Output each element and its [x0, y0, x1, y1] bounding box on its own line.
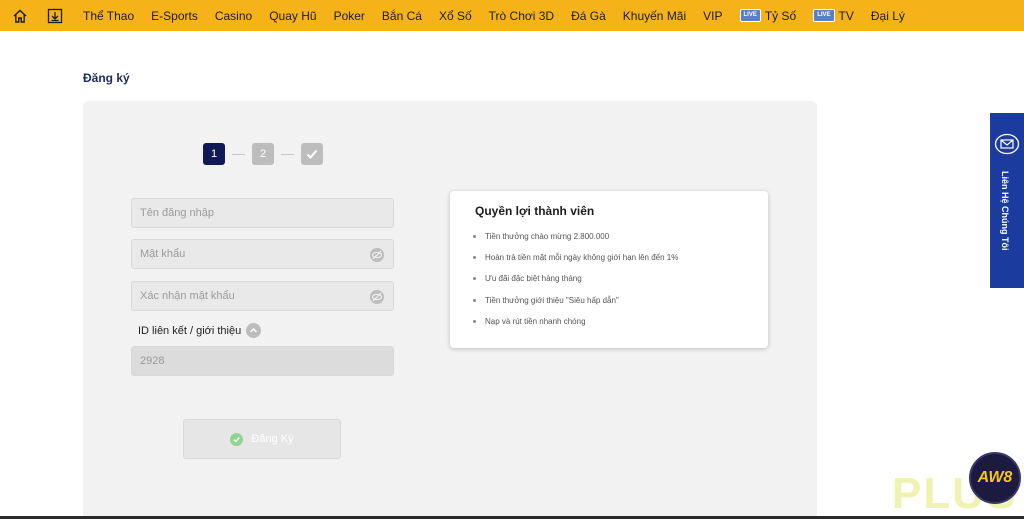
chevron-up-icon[interactable]	[246, 323, 262, 338]
confirm-password-input[interactable]: Xác nhận mật khẩu	[131, 281, 394, 311]
page-title: Đăng ký	[83, 71, 130, 85]
password-placeholder: Mật khẩu	[140, 248, 186, 260]
referral-label: ID liên kết / giới thiệu	[138, 324, 242, 337]
step-divider	[232, 153, 245, 155]
username-input[interactable]: Tên đăng nhập	[131, 198, 394, 228]
benefits-list: Tiền thưởng chào mừng 2.800.000 Hoàn trả …	[473, 232, 678, 338]
mail-icon	[994, 133, 1020, 155]
nav-item-label: Đại Lý	[870, 8, 905, 23]
nav-item-label: VIP	[703, 8, 723, 23]
nav-item-label: Bắn Cá	[381, 8, 422, 23]
nav-item-label: Khuyến Mãi	[622, 8, 687, 23]
contact-us-tab[interactable]: Liên Hệ Chúng Tôi	[990, 113, 1024, 288]
step-1: 1	[203, 143, 225, 165]
nav-item[interactable]: Quay Hũ	[269, 9, 316, 23]
registration-panel: 1 2 Tên đăng nhập Mật khẩu Xác nhận mật …	[83, 101, 817, 519]
nav-item[interactable]: LIVE TV	[813, 9, 854, 23]
live-badge: LIVE	[813, 9, 835, 22]
benefit-item: Hoàn trả tiền mặt mỗi ngày không giới hạ…	[473, 253, 678, 274]
nav-item-label: Xổ Số	[438, 8, 472, 23]
nav-item[interactable]: E-Sports	[151, 9, 198, 23]
register-button[interactable]: Đăng Ký	[183, 419, 341, 459]
nav-item[interactable]: Đại Lý	[871, 9, 905, 23]
home-icon[interactable]	[11, 7, 29, 25]
confirm-password-placeholder: Xác nhận mật khẩu	[140, 290, 235, 302]
bullet	[473, 235, 476, 238]
nav-item[interactable]: VIP	[703, 9, 722, 23]
download-icon[interactable]	[46, 7, 64, 25]
bullet	[473, 298, 476, 302]
referral-id-input[interactable]: 2928	[131, 346, 394, 376]
nav-item[interactable]: Khuyến Mãi	[623, 9, 686, 23]
bullet	[473, 256, 476, 260]
live-badge: LIVE	[739, 9, 761, 22]
nav-menu: Thể Thao E-Sports Casino Quay Hũ Poker Bắn Cá…	[83, 9, 922, 23]
step-complete-check-icon	[301, 143, 323, 165]
nav-item-label: Poker	[333, 8, 365, 23]
member-benefits-card: Quyền lợi thành viên Tiền thưởng chào mừ…	[450, 191, 768, 348]
username-placeholder: Tên đăng nhập	[140, 207, 215, 219]
contact-us-label: Liên Hệ Chúng Tôi	[1000, 171, 1010, 251]
benefit-item: Tiền thưởng giới thiệu "Siêu hấp dẫn"	[473, 296, 678, 317]
stepper: 1 2	[203, 143, 323, 165]
nav-item[interactable]: Thể Thao	[83, 9, 134, 23]
nav-item[interactable]: LIVE Tỷ Số	[739, 8, 797, 23]
benefit-item: Nạp và rút tiền nhanh chóng	[473, 317, 678, 338]
nav-item[interactable]: Đá Gà	[571, 9, 606, 23]
bullet	[473, 277, 476, 281]
nav-item[interactable]: Casino	[215, 9, 252, 23]
nav-item-label: Thể Thao	[83, 8, 135, 23]
bullet	[473, 319, 476, 323]
nav-item-label: Tỷ Số	[764, 8, 797, 23]
benefits-title: Quyền lợi thành viên	[475, 204, 595, 218]
nav-item[interactable]: Trò Chơi 3D	[489, 9, 554, 23]
top-navigation: Thể Thao E-Sports Casino Quay Hũ Poker Bắn Cá…	[0, 0, 1024, 31]
nav-item[interactable]: Poker	[334, 9, 365, 23]
benefit-text: Tiền thưởng giới thiệu "Siêu hấp dẫn"	[485, 295, 619, 305]
password-input[interactable]: Mật khẩu	[131, 239, 394, 269]
step-2: 2	[252, 143, 274, 165]
register-button-label: Đăng Ký	[251, 433, 294, 445]
benefit-text: Hoàn trả tiền mặt mỗi ngày không giới hạ…	[485, 253, 679, 263]
benefit-text: Tiền thưởng chào mừng 2.800.000	[485, 232, 610, 241]
benefit-text: Nạp và rút tiền nhanh chóng	[485, 316, 586, 326]
referral-label-row: ID liên kết / giới thiệu	[138, 323, 262, 338]
eye-hidden-icon[interactable]	[369, 247, 385, 263]
referral-id-value: 2928	[140, 355, 165, 367]
nav-item[interactable]: Bắn Cá	[382, 9, 422, 23]
benefit-text: Ưu đãi đặc biệt hàng tháng	[485, 274, 582, 284]
nav-item-label: E-Sports	[151, 8, 198, 23]
benefit-item: Ưu đãi đặc biệt hàng tháng	[473, 274, 678, 295]
nav-item-label: TV	[838, 8, 854, 23]
check-circle-icon	[230, 432, 244, 446]
aw8-logo[interactable]: AW8	[969, 452, 1021, 504]
benefit-item: Tiền thưởng chào mừng 2.800.000	[473, 232, 678, 253]
nav-item-label: Đá Gà	[571, 8, 606, 23]
nav-item-label: Quay Hũ	[269, 8, 317, 23]
nav-item-label: Trò Chơi 3D	[488, 8, 555, 23]
nav-item[interactable]: Xổ Số	[439, 9, 472, 23]
aw8-logo-text: AW8	[977, 469, 1013, 486]
step-divider	[281, 153, 294, 155]
nav-item-label: Casino	[214, 8, 253, 23]
eye-hidden-icon[interactable]	[369, 289, 385, 305]
